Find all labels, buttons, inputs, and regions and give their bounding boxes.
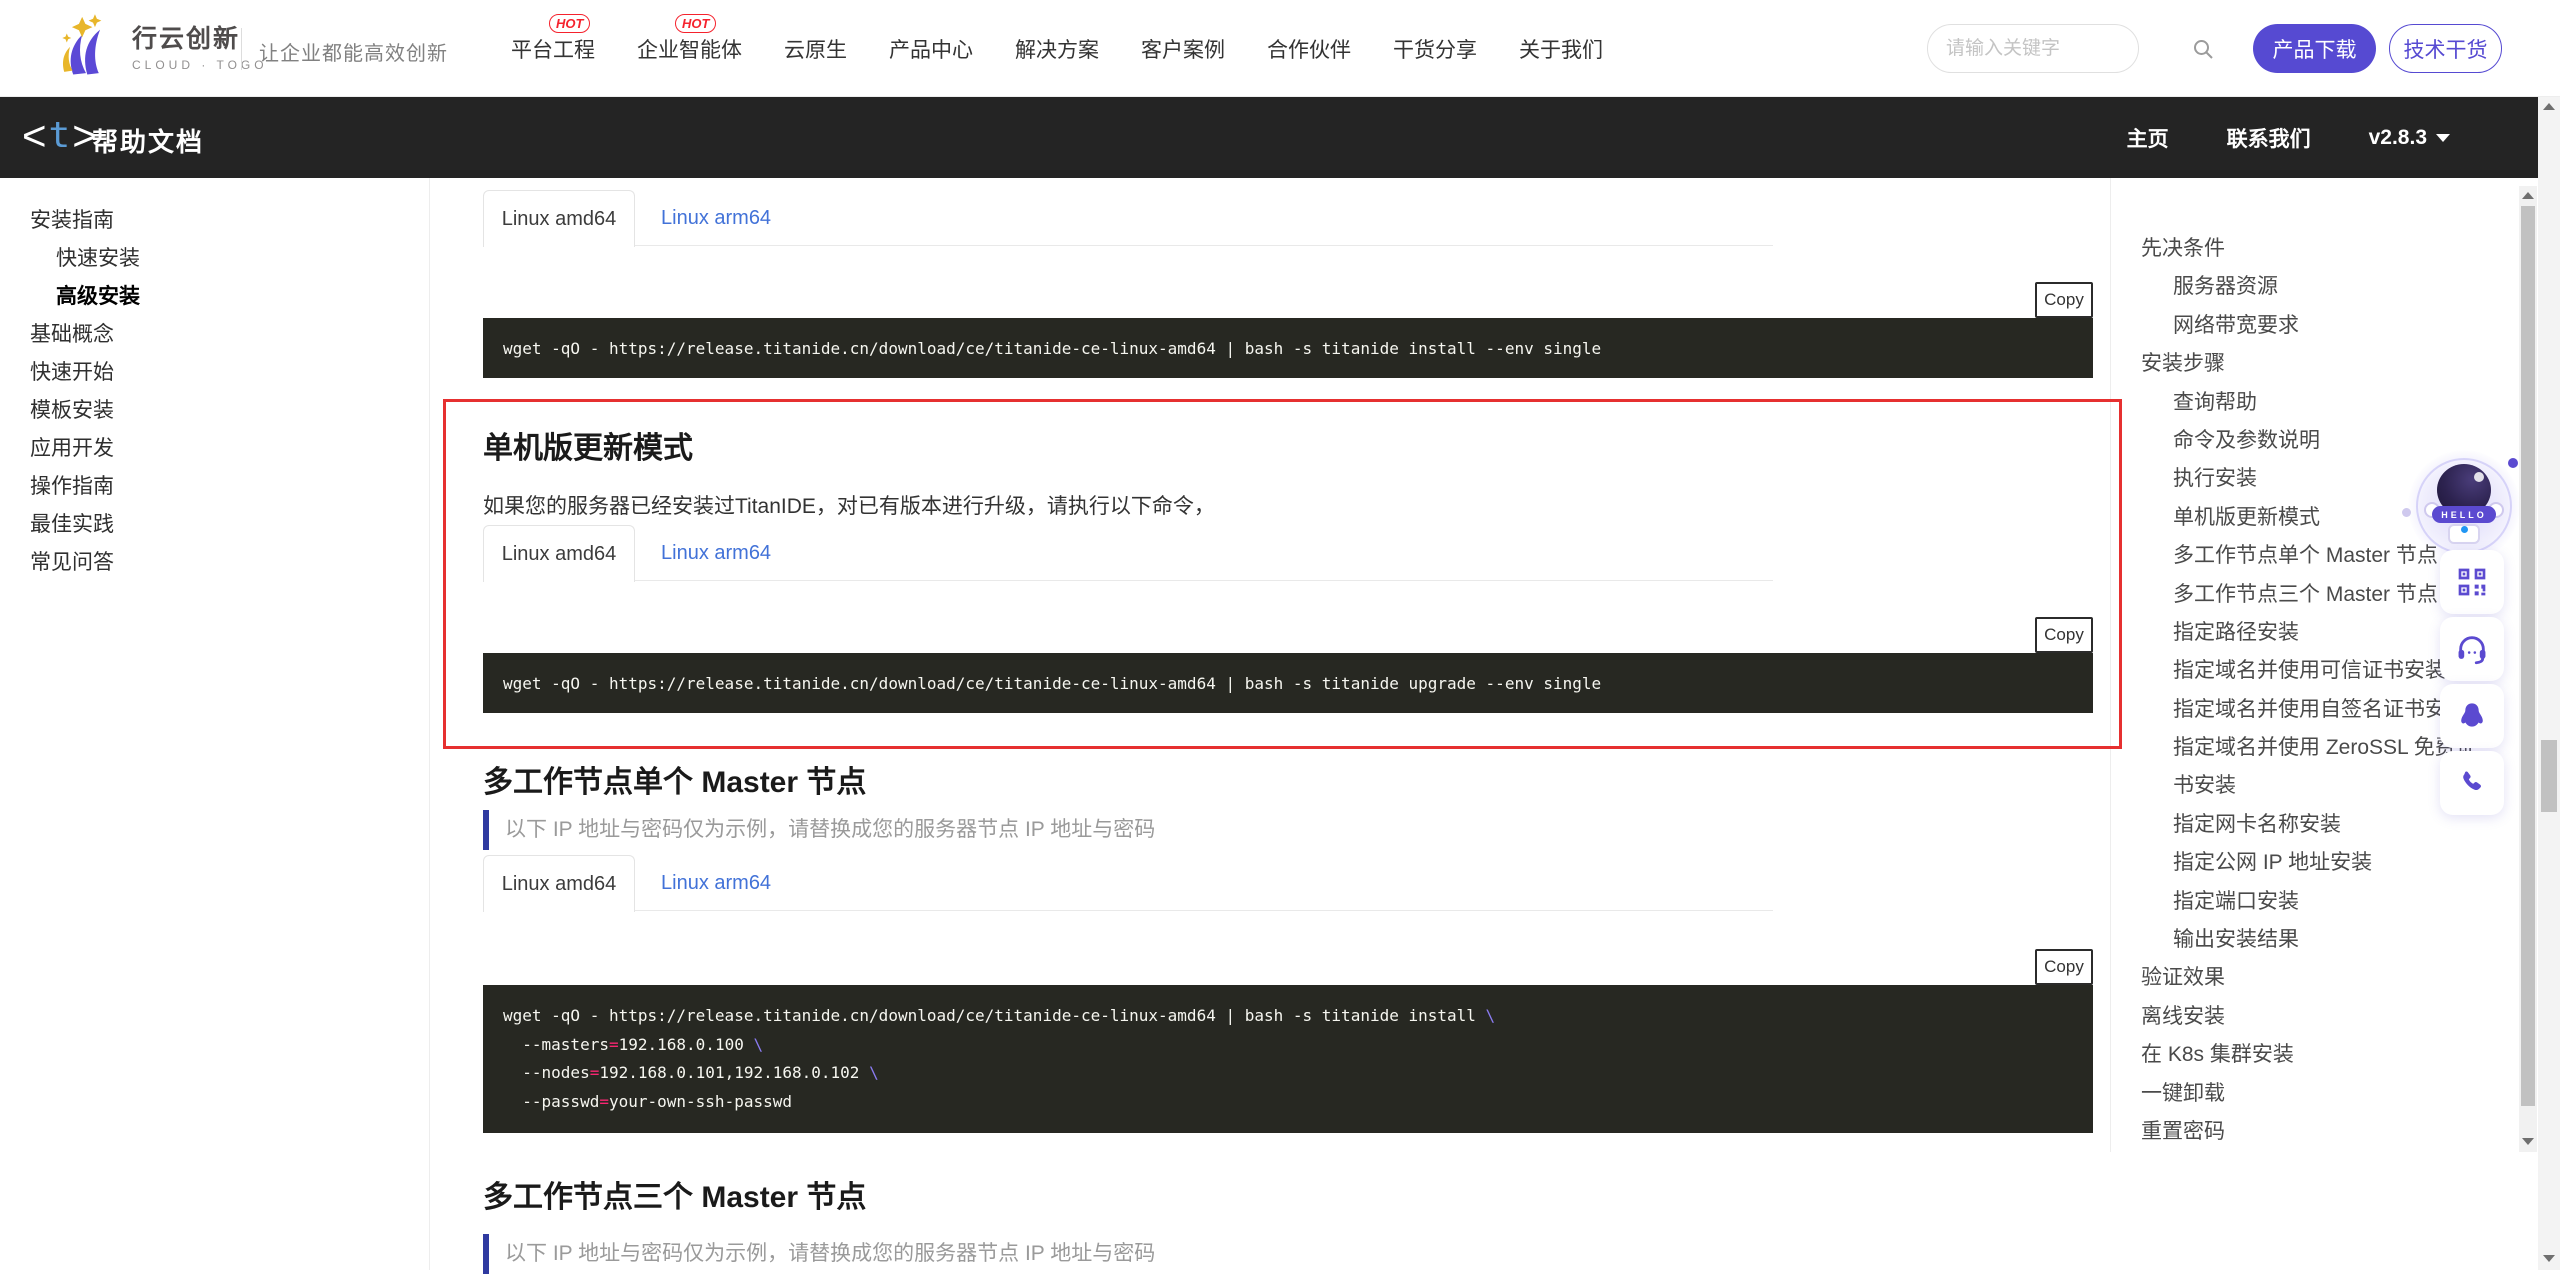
version-selector[interactable]: v2.8.3 — [2369, 126, 2450, 150]
company-logo[interactable]: 行云创新 CLOUD · TOGO — [54, 12, 268, 78]
hello-badge: HELLO — [2432, 506, 2496, 523]
content-scrollbar-thumb[interactable] — [2521, 206, 2535, 1106]
hot-badge: HOT — [675, 14, 716, 33]
titanide-t-logo[interactable]: <t> — [22, 111, 97, 161]
nav-item-about-us[interactable]: 关于我们 — [1519, 34, 1603, 64]
heading-multi-single-master: 多工作节点单个 Master 节点 — [483, 757, 866, 801]
toc-reset-password[interactable]: 重置密码 — [2111, 1113, 2520, 1151]
doc-site-title: 帮助文档 — [92, 122, 204, 159]
sidebar-item-app-dev[interactable]: 应用开发 — [0, 430, 429, 468]
arch-tabbar-1: Linux amd64 Linux arm64 — [483, 190, 1773, 246]
sidebar-item-faq[interactable]: 常见问答 — [0, 544, 429, 582]
copy-button[interactable]: Copy — [2035, 949, 2093, 985]
toc-k8s-cluster[interactable]: 在 K8s 集群安装 — [2111, 1036, 2520, 1074]
brand-subtitle: CLOUD · TOGO — [132, 58, 268, 72]
nav-item-solutions[interactable]: 解决方案 — [1015, 34, 1099, 64]
nav-item-platform-engineering[interactable]: 平台工程 HOT — [511, 34, 595, 64]
keyword-search[interactable] — [1927, 24, 2139, 73]
search-input[interactable] — [1946, 38, 2191, 60]
sidebar-item-basic-concepts[interactable]: 基础概念 — [0, 316, 429, 354]
toc-server-resources[interactable]: 服务器资源 — [2111, 268, 2520, 306]
doc-header-links: 主页 联系我们 v2.8.3 — [2127, 97, 2450, 178]
header-divider — [241, 28, 242, 70]
tab-linux-amd64[interactable]: Linux amd64 — [483, 525, 635, 582]
scroll-down-icon[interactable] — [2543, 1255, 2555, 1262]
doc-header: <t> 帮助文档 主页 联系我们 v2.8.3 — [0, 97, 2538, 178]
sidebar-item-install-guide[interactable]: 安装指南 — [0, 202, 429, 240]
qr-code-icon — [2456, 566, 2488, 598]
toc-install-result[interactable]: 输出安装结果 — [2111, 921, 2520, 959]
brand-slogan: 让企业都能高效创新 — [259, 37, 448, 66]
doc-content: Linux amd64 Linux arm64 Copy wget -qO - … — [483, 178, 2093, 1270]
tab-linux-arm64[interactable]: Linux arm64 — [661, 525, 771, 581]
phone-icon — [2457, 768, 2487, 798]
qr-code-button[interactable] — [2440, 550, 2504, 614]
copy-button[interactable]: Copy — [2035, 282, 2093, 318]
titanide-help-doc-page: { "topbar": { "brand_name": "行云创新", "bra… — [0, 0, 2560, 1270]
top-header: 行云创新 CLOUD · TOGO 让企业都能高效创新 平台工程 HOT 企业智… — [0, 0, 2560, 97]
toc-offline-install[interactable]: 离线安装 — [2111, 998, 2520, 1036]
page-scrollbar[interactable] — [2538, 97, 2560, 1270]
heading-update-mode: 单机版更新模式 — [483, 423, 693, 467]
sidebar-item-best-practice[interactable]: 最佳实践 — [0, 506, 429, 544]
main-nav: 平台工程 HOT 企业智能体 HOT 云原生 产品中心 解决方案 客户案例 合作… — [511, 0, 1603, 97]
phone-contact-button[interactable] — [2440, 751, 2504, 815]
scroll-up-icon[interactable] — [2522, 192, 2534, 199]
toc-public-ip[interactable]: 指定公网 IP 地址安装 — [2111, 844, 2520, 882]
contact-link[interactable]: 联系我们 — [2227, 123, 2311, 153]
nav-item-insights[interactable]: 干货分享 — [1393, 34, 1477, 64]
tech-articles-button[interactable]: 技术干货 — [2389, 24, 2502, 73]
sidebar-item-template-install[interactable]: 模板安装 — [0, 392, 429, 430]
tab-linux-arm64[interactable]: Linux arm64 — [661, 855, 771, 911]
toc-query-help[interactable]: 查询帮助 — [2111, 384, 2520, 422]
product-download-button[interactable]: 产品下载 — [2253, 24, 2376, 73]
code-block-multi-node[interactable]: wget -qO - https://release.titanide.cn/d… — [483, 985, 2093, 1133]
nav-item-cloud-native[interactable]: 云原生 — [784, 34, 847, 64]
chevron-down-icon — [2436, 134, 2450, 142]
update-mode-desc: 如果您的服务器已经安装过TitanIDE，对已有版本进行升级，请执行以下命令， — [483, 490, 1215, 520]
cloudtogo-logo-icon — [54, 12, 118, 78]
arch-tabbar-2: Linux amd64 Linux arm64 — [483, 525, 1773, 581]
astronaut-mascot[interactable]: HELLO — [2408, 450, 2520, 562]
content-scrollbar[interactable] — [2519, 186, 2537, 1152]
sidebar-item-quick-install[interactable]: 快速安装 — [0, 240, 429, 278]
hot-badge: HOT — [549, 14, 590, 33]
sidebar-item-quick-start[interactable]: 快速开始 — [0, 354, 429, 392]
ip-note-quote: 以下 IP 地址与密码仅为示例，请替换成您的服务器节点 IP 地址与密码 — [483, 810, 1155, 850]
nav-item-customer-cases[interactable]: 客户案例 — [1141, 34, 1225, 64]
sidebar-item-operation-guide[interactable]: 操作指南 — [0, 468, 429, 506]
scroll-up-icon[interactable] — [2543, 103, 2555, 110]
tab-linux-amd64[interactable]: Linux amd64 — [483, 855, 635, 912]
toc-uninstall[interactable]: 一键卸载 — [2111, 1075, 2520, 1113]
search-icon[interactable] — [2191, 37, 2215, 61]
code-block-install-single[interactable]: wget -qO - https://release.titanide.cn/d… — [483, 318, 2093, 378]
headset-icon — [2455, 632, 2489, 666]
toc-custom-port[interactable]: 指定端口安装 — [2111, 883, 2520, 921]
tab-linux-amd64[interactable]: Linux amd64 — [483, 190, 635, 247]
toc-verify[interactable]: 验证效果 — [2111, 959, 2520, 997]
doc-sidebar: 安装指南 快速安装 高级安装 基础概念 快速开始 模板安装 应用开发 操作指南 … — [0, 178, 430, 1270]
page-scrollbar-thumb[interactable] — [2541, 740, 2557, 812]
nav-item-partners[interactable]: 合作伙伴 — [1267, 34, 1351, 64]
scroll-down-icon[interactable] — [2522, 1138, 2534, 1145]
toc-prerequisites[interactable]: 先决条件 — [2111, 230, 2520, 268]
sidebar-item-advanced-install[interactable]: 高级安装 — [0, 278, 429, 316]
nav-item-product-center[interactable]: 产品中心 — [889, 34, 973, 64]
copy-button[interactable]: Copy — [2035, 617, 2093, 653]
brand-name: 行云创新 — [132, 19, 268, 55]
arch-tabbar-3: Linux amd64 Linux arm64 — [483, 855, 1773, 911]
tab-linux-arm64[interactable]: Linux arm64 — [661, 190, 771, 246]
code-block-upgrade-single[interactable]: wget -qO - https://release.titanide.cn/d… — [483, 653, 2093, 713]
qq-penguin-icon — [2456, 700, 2488, 732]
qq-contact-button[interactable] — [2440, 684, 2504, 748]
nav-item-enterprise-agent[interactable]: 企业智能体 HOT — [637, 34, 742, 64]
heading-multi-three-master: 多工作节点三个 Master 节点 — [483, 1172, 866, 1216]
toc-install-steps[interactable]: 安装步骤 — [2111, 345, 2520, 383]
customer-service-button[interactable] — [2440, 617, 2504, 681]
ip-note-quote: 以下 IP 地址与密码仅为示例，请替换成您的服务器节点 IP 地址与密码 — [483, 1234, 1155, 1274]
home-link[interactable]: 主页 — [2127, 123, 2169, 153]
toc-bandwidth[interactable]: 网络带宽要求 — [2111, 307, 2520, 345]
